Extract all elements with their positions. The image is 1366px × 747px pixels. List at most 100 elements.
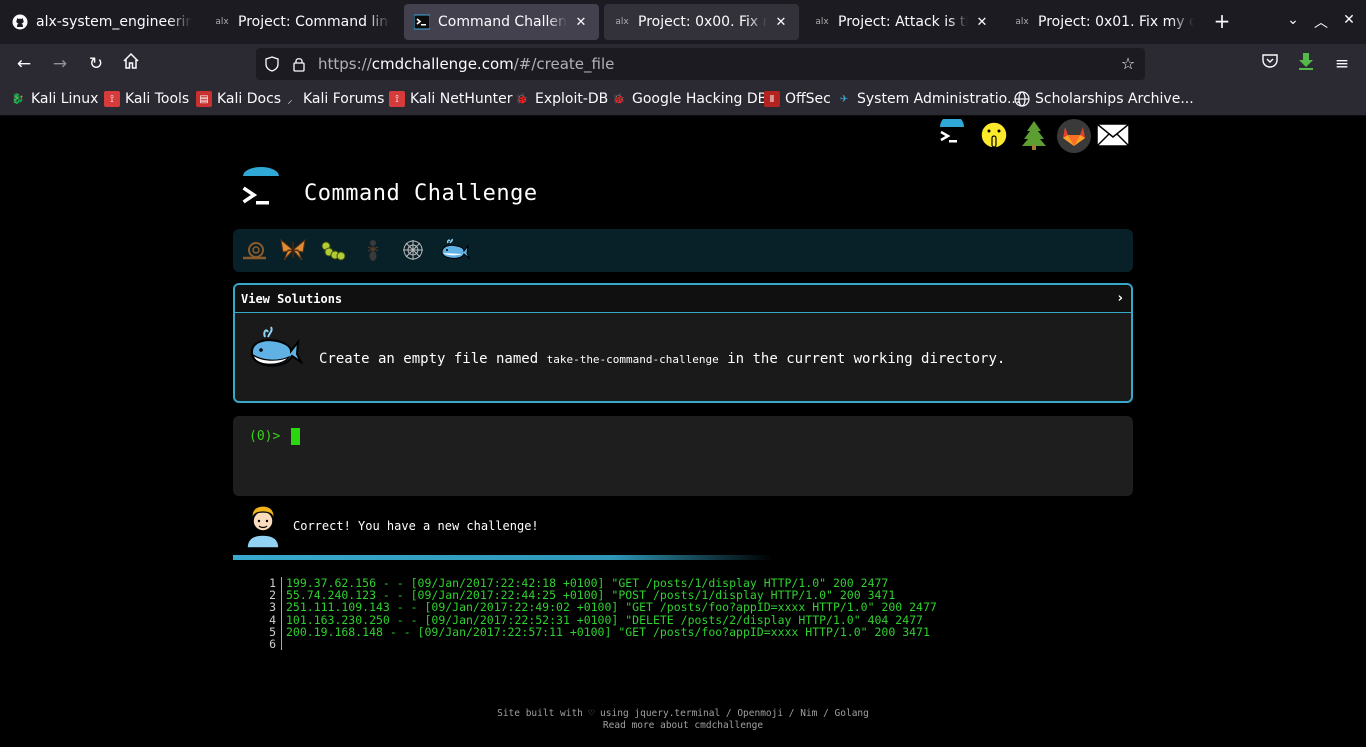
view-solutions-toggle[interactable]: View Solutions › xyxy=(235,285,1131,313)
bookmark-kali-nethunter[interactable]: ⟟ Kali NetHunter xyxy=(389,91,512,107)
close-icon[interactable]: ✕ xyxy=(773,15,789,30)
header-icon-row xyxy=(936,119,1136,155)
log-line: 251.111.109.143 - - [09/Jan/2017:22:49:0… xyxy=(286,600,937,615)
tab-fix-my-code-0x00[interactable]: alx Project: 0x00. Fix my c ✕ xyxy=(604,4,799,40)
alx-icon: alx xyxy=(215,17,229,27)
bookmark-scholarships-archive[interactable]: Scholarships Archive... xyxy=(1014,91,1194,107)
terminal-prompt: (0)> xyxy=(249,429,281,444)
file-preview: 1 199.37.62.156 - - [09/Jan/2017:22:42:18… xyxy=(250,577,1050,652)
tab-command-line[interactable]: alx Project: Command line xyxy=(204,4,400,40)
close-window-icon[interactable]: ✕ xyxy=(1339,12,1359,32)
tab-fix-my-code-0x01[interactable]: alx Project: 0x01. Fix my co xyxy=(1004,4,1204,40)
site-footer: Site built with ♡ using jquery.terminal … xyxy=(0,708,1366,732)
lock-icon[interactable] xyxy=(291,56,307,72)
gitlab-icon[interactable] xyxy=(1057,119,1091,153)
challenge-progress-bar xyxy=(233,555,773,560)
challenge-card: View Solutions › Create an empty file na… xyxy=(233,283,1133,403)
bookmark-star-icon[interactable]: ☆ xyxy=(1120,54,1136,73)
bookmark-kali-docs[interactable]: ▤ Kali Docs xyxy=(196,91,281,107)
bookmark-kali-tools[interactable]: ⟟ Kali Tools xyxy=(104,91,189,107)
cmdchallenge-icon[interactable] xyxy=(936,119,968,151)
tab-label: alx-system_engineering xyxy=(36,14,192,30)
log-line: 200.19.168.148 - - [09/Jan/2017:22:57:11… xyxy=(286,624,930,639)
terminal-icon xyxy=(414,14,430,30)
footer-about-link[interactable]: Read more about cmdchallenge xyxy=(0,720,1366,732)
command-terminal[interactable]: (0)> xyxy=(233,416,1133,496)
page-content: Command Challenge View Solutions › Creat… xyxy=(0,117,1366,747)
challenge-filename: take-the-command-challenge xyxy=(546,353,719,366)
url-text: https://cmdchallenge.com/#/create_file xyxy=(318,55,615,73)
tab-command-challenge[interactable]: Command Challenge! ✕ xyxy=(404,4,599,40)
list-all-tabs-icon[interactable]: ⌄ xyxy=(1283,12,1303,32)
tab-label: Project: 0x01. Fix my co xyxy=(1038,14,1194,30)
bookmark-offsec[interactable]: Ⅱ OffSec xyxy=(764,91,831,107)
person-avatar-icon xyxy=(244,504,282,549)
line-number-divider xyxy=(281,577,282,650)
snail-icon[interactable] xyxy=(241,236,269,264)
view-solutions-label: View Solutions xyxy=(241,292,343,306)
offsec-icon: Ⅱ xyxy=(764,91,780,107)
kali-tools-icon: ⟟ xyxy=(104,91,120,107)
line-number: 3 xyxy=(269,600,276,615)
caterpillar-icon[interactable] xyxy=(319,236,347,264)
back-icon[interactable]: ← xyxy=(12,52,36,76)
close-icon[interactable]: ✕ xyxy=(573,15,589,30)
kali-dragon-icon: 🐉 xyxy=(11,93,25,105)
close-icon[interactable]: ✕ xyxy=(974,15,990,30)
level-progress-bar xyxy=(233,229,1133,272)
alx-icon: alx xyxy=(1015,17,1029,27)
challenge-description: Create an empty file named take-the-comm… xyxy=(319,351,1006,367)
bookmark-google-hacking-db[interactable]: 🐞 Google Hacking DB xyxy=(611,91,767,107)
kali-nethunter-icon: ⟟ xyxy=(389,91,405,107)
cmdchallenge-logo xyxy=(238,167,284,213)
forward-icon[interactable]: → xyxy=(48,52,72,76)
spider-web-icon[interactable] xyxy=(399,236,427,264)
page-title: Command Challenge xyxy=(304,181,538,206)
envelope-icon[interactable] xyxy=(1096,119,1130,151)
kali-docs-icon: ▤ xyxy=(196,91,212,107)
bookmark-kali-forums[interactable]: ⸝ Kali Forums xyxy=(282,91,385,107)
tab-label: Command Challenge! xyxy=(438,14,567,30)
alx-icon: alx xyxy=(815,17,829,27)
shield-icon[interactable] xyxy=(264,56,280,72)
log-line: 101.163.230.250 - - [09/Jan/2017:22:52:3… xyxy=(286,612,923,627)
kali-forums-icon: ⸝ xyxy=(287,95,293,106)
whale-icon[interactable] xyxy=(439,236,471,264)
download-icon[interactable] xyxy=(1294,52,1318,76)
feedback-text: Correct! You have a new challenge! xyxy=(293,519,539,533)
tree-icon[interactable] xyxy=(1018,119,1050,151)
terminal-cursor xyxy=(291,428,300,445)
tab-alx-system-engineering[interactable]: alx-system_engineering xyxy=(2,4,202,40)
bookmark-kali-linux[interactable]: 🐉 Kali Linux xyxy=(10,91,99,107)
feedback-message: Correct! You have a new challenge! xyxy=(244,504,744,549)
tab-label: Project: Command line xyxy=(238,14,390,30)
tab-label: Project: 0x00. Fix my c xyxy=(638,14,767,30)
bookmark-system-administration[interactable]: ✈ System Administratio... xyxy=(836,91,1021,107)
home-icon[interactable] xyxy=(119,52,143,76)
ghdb-icon: 🐞 xyxy=(612,93,626,105)
whale-icon xyxy=(247,323,304,373)
sysadmin-icon: ✈ xyxy=(839,93,849,105)
butterfly-icon[interactable] xyxy=(279,236,307,264)
bookmarks-toolbar: 🐉 Kali Linux ⟟ Kali Tools ▤ Kali Docs ⸝ Kali… xyxy=(0,84,1366,116)
shushing-face-icon[interactable] xyxy=(978,119,1010,151)
menu-icon[interactable]: ≡ xyxy=(1330,52,1354,76)
line-number: 6 xyxy=(269,637,276,651)
tab-bar: alx-system_engineering alx Project: Comm… xyxy=(0,0,1366,44)
alx-icon: alx xyxy=(615,17,629,27)
chevron-right-icon: › xyxy=(1117,291,1123,306)
tab-label: Project: Attack is the be xyxy=(838,14,968,30)
reload-icon[interactable]: ↻ xyxy=(84,52,108,76)
pocket-icon[interactable] xyxy=(1258,52,1282,76)
github-icon xyxy=(12,14,28,30)
address-bar[interactable]: https://cmdchallenge.com/#/create_file ☆ xyxy=(256,48,1145,80)
globe-icon xyxy=(1014,91,1030,107)
bookmark-exploit-db[interactable]: 🐞 Exploit-DB xyxy=(514,91,609,107)
tab-attack-is-the-best[interactable]: alx Project: Attack is the be ✕ xyxy=(804,4,1000,40)
exploit-db-icon: 🐞 xyxy=(515,93,529,105)
ant-icon[interactable] xyxy=(359,236,387,264)
footer-credits: Site built with ♡ using jquery.terminal … xyxy=(497,708,869,719)
new-tab-button[interactable]: + xyxy=(1210,10,1234,34)
navigation-toolbar: ← → ↻ https://cmdchallenge.com/#/create_… xyxy=(0,44,1366,84)
minimize-icon[interactable]: ︿ xyxy=(1311,12,1331,32)
